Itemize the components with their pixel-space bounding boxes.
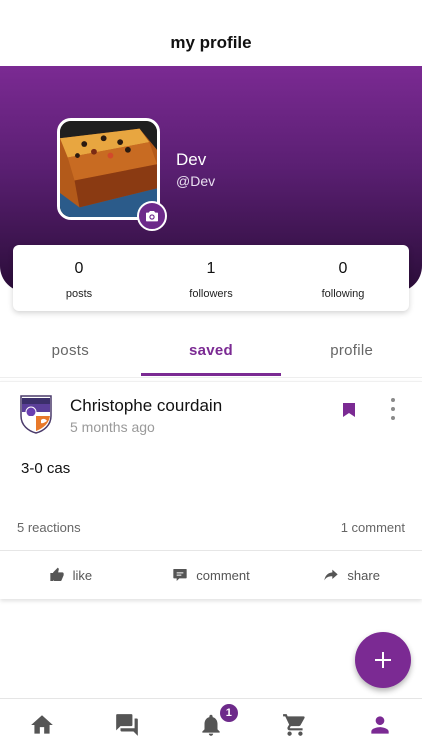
bottom-navigation: 1 [0, 698, 422, 750]
nav-home[interactable] [0, 699, 84, 750]
nav-cart[interactable] [253, 699, 337, 750]
profile-handle: @Dev [176, 173, 216, 189]
stat-posts[interactable]: 0 posts [13, 245, 145, 311]
bookmark-icon[interactable] [342, 402, 356, 418]
post-card: Christophe courdain 5 months ago 3-0 cas… [0, 381, 422, 599]
nav-profile[interactable] [338, 699, 422, 750]
comment-button[interactable]: comment [141, 551, 282, 599]
stat-label: following [321, 288, 365, 300]
stat-label: posts [65, 288, 93, 300]
thumbs-up-icon [49, 567, 64, 581]
more-options-icon[interactable] [386, 396, 400, 422]
tab-posts[interactable]: posts [0, 334, 141, 377]
avatar-container [57, 118, 167, 231]
nav-notifications[interactable]: 1 [169, 699, 253, 750]
stat-following[interactable]: 0 following [277, 245, 409, 311]
share-button[interactable]: share [281, 551, 422, 599]
stat-followers[interactable]: 1 followers [145, 245, 277, 311]
share-label: share [347, 567, 380, 583]
like-button[interactable]: like [0, 551, 141, 599]
page-title: my profile [170, 33, 252, 52]
comment-label: comment [196, 567, 250, 583]
tab-profile[interactable]: profile [281, 334, 422, 377]
home-icon [31, 714, 54, 734]
stat-value: 1 [206, 260, 216, 277]
notification-badge: 1 [219, 704, 238, 722]
avatar-image [60, 121, 157, 217]
reactions-count[interactable]: 5 reactions [17, 520, 81, 535]
comments-count[interactable]: 1 comment [341, 520, 405, 535]
change-photo-button[interactable] [137, 201, 167, 231]
add-post-button[interactable] [355, 632, 411, 688]
post-time: 5 months ago [70, 419, 155, 435]
post-actions: like comment share [0, 551, 422, 599]
cart-icon [283, 713, 306, 736]
post-author[interactable]: Christophe courdain [70, 396, 222, 416]
club-logo-icon[interactable] [19, 394, 53, 434]
profile-tabs: posts saved profile [0, 334, 422, 378]
plus-icon [375, 652, 391, 668]
chat-icon [115, 713, 138, 736]
share-arrow-icon [324, 569, 339, 581]
person-icon [371, 715, 389, 734]
camera-icon [146, 211, 158, 222]
stats-card: 0 posts 1 followers 0 following [13, 245, 409, 311]
top-bar: my profile [0, 0, 422, 66]
tab-saved[interactable]: saved [141, 334, 282, 377]
stat-value: 0 [74, 260, 84, 277]
post-text: 3-0 cas [21, 460, 71, 477]
active-tab-indicator [141, 373, 281, 376]
stat-label: followers [189, 288, 233, 300]
like-label: like [72, 567, 93, 583]
comment-icon [173, 569, 187, 581]
nav-messages[interactable] [84, 699, 168, 750]
stat-value: 0 [338, 260, 348, 277]
profile-name: Dev [176, 150, 207, 169]
